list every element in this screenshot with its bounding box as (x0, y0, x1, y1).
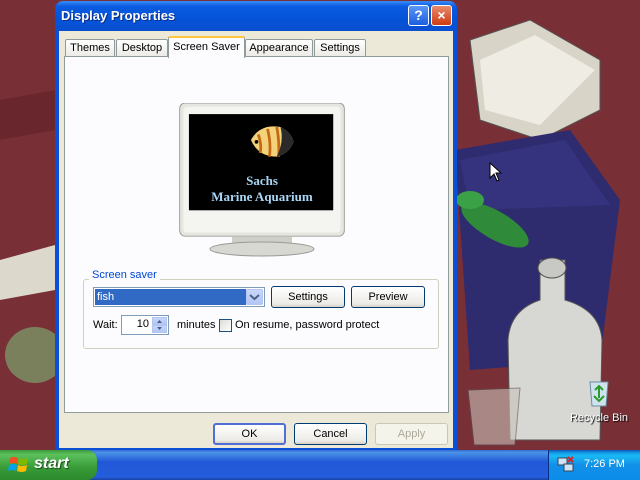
start-label: start (34, 455, 69, 472)
start-button[interactable]: start (0, 450, 97, 480)
preview-line-1: Sachs (246, 173, 278, 188)
wait-minutes-stepper[interactable]: 10 (121, 315, 169, 335)
preview-line-2: Marine Aquarium (211, 189, 313, 204)
title-bar[interactable]: Display Properties ? × (55, 1, 457, 31)
screen-saver-select[interactable]: fish (93, 287, 265, 307)
system-tray: 7:26 PM (548, 450, 640, 480)
window-title: Display Properties (61, 8, 176, 23)
tab-settings[interactable]: Settings (314, 39, 366, 56)
ok-button[interactable]: OK (213, 423, 286, 445)
help-button[interactable]: ? (408, 5, 429, 26)
recycle-bin-label: Recycle Bin (569, 412, 629, 424)
monitor-stand (209, 237, 315, 257)
cancel-button[interactable]: Cancel (294, 423, 367, 445)
wait-label: Wait: (93, 319, 118, 331)
password-protect-checkbox[interactable] (219, 319, 232, 332)
spin-down-icon[interactable] (152, 325, 167, 333)
apply-button[interactable]: Apply (375, 423, 448, 445)
minutes-label: minutes (177, 319, 216, 331)
clock[interactable]: 7:26 PM (584, 458, 625, 470)
dialog-body: Themes Desktop Screen Saver Appearance S… (59, 31, 453, 448)
tab-appearance[interactable]: Appearance (245, 39, 313, 56)
mouse-cursor-icon (489, 162, 503, 182)
preview-button[interactable]: Preview (351, 286, 425, 308)
settings-button[interactable]: Settings (271, 286, 345, 308)
windows-logo-icon (8, 457, 28, 472)
display-properties-window: Display Properties ? × Themes Desktop Sc… (55, 1, 457, 452)
screen-saver-panel: Sachs Marine Aquarium Screen saver fish … (64, 56, 449, 413)
tab-themes[interactable]: Themes (65, 39, 115, 56)
spinner[interactable] (152, 317, 167, 333)
wait-minutes-value: 10 (136, 318, 149, 330)
screen-saver-select-value: fish (95, 289, 246, 305)
tab-screen-saver[interactable]: Screen Saver (168, 36, 245, 58)
recycle-bin[interactable]: Recycle Bin (568, 376, 630, 424)
screen-saver-group-label: Screen saver (89, 269, 160, 281)
network-icon[interactable] (557, 456, 575, 474)
taskbar: start 7:26 PM (0, 450, 640, 480)
spin-up-icon[interactable] (152, 317, 167, 325)
tab-desktop[interactable]: Desktop (116, 39, 168, 56)
recycle-bin-icon (589, 381, 609, 407)
chevron-down-icon[interactable] (246, 289, 263, 305)
password-protect-label[interactable]: On resume, password protect (235, 319, 379, 331)
close-button[interactable]: × (431, 5, 452, 26)
